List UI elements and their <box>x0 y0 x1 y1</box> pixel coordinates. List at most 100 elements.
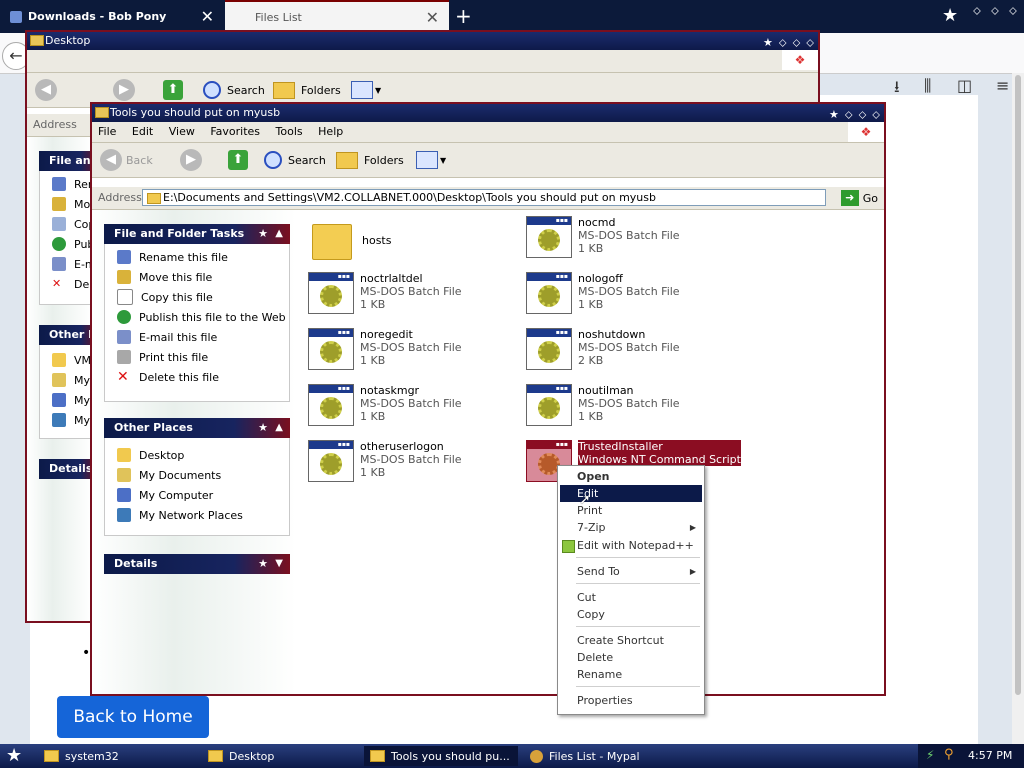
search-icon[interactable]: ⚲ <box>944 747 954 762</box>
submenu-arrow-icon: ▶ <box>689 523 696 532</box>
folders-button[interactable]: Folders <box>336 149 404 171</box>
folders-button[interactable]: Folders <box>273 79 341 101</box>
go-button[interactable]: ➜ Go <box>840 189 878 207</box>
close-icon[interactable]: ⬦ <box>872 108 880 121</box>
file-item[interactable]: ▪▪▪ nologoff MS-DOS Batch File 1 KB <box>526 272 680 314</box>
file-item[interactable]: ▪▪▪ notaskmgr MS-DOS Batch File 1 KB <box>308 384 462 426</box>
menu-cut[interactable]: Cut <box>560 589 702 606</box>
menu-tools[interactable]: Tools <box>270 122 309 141</box>
system-tray: ⚡ ⚲ 4:57 PM <box>918 744 1024 768</box>
menu-edit-notepad[interactable]: Edit with Notepad++ <box>560 537 702 554</box>
menu-rename[interactable]: Rename <box>560 666 702 683</box>
forward-button[interactable]: ▶ <box>180 149 202 171</box>
menu-copy[interactable]: Copy <box>560 606 702 623</box>
menu-help[interactable]: Help <box>312 122 349 141</box>
search-button[interactable]: Search <box>203 79 265 101</box>
views-button[interactable]: ▼ <box>351 79 381 101</box>
menu-properties[interactable]: Properties <box>560 692 702 709</box>
place-item[interactable]: My <box>52 411 90 429</box>
chevron-up-icon[interactable]: ▲ <box>275 418 283 438</box>
folder-item-hosts[interactable]: hosts <box>308 220 391 264</box>
back-button[interactable]: ◀ <box>35 79 57 101</box>
file-name: otheruserlogon <box>360 440 444 453</box>
clock[interactable]: 4:57 PM <box>968 749 1012 762</box>
menu-send-to[interactable]: Send To ▶ <box>560 563 702 580</box>
maximize-icon[interactable]: ⬦ <box>793 36 801 49</box>
new-tab-button[interactable]: + <box>455 4 472 28</box>
close-tab-icon[interactable]: ✕ <box>426 9 439 26</box>
chevron-up-icon[interactable]: ▲ <box>275 224 283 244</box>
back-to-home-button[interactable]: Back to Home <box>57 696 209 738</box>
place-desktop[interactable]: Desktop <box>117 446 184 464</box>
file-folder-tasks-header[interactable]: File and Folder Tasks ★ ▲ <box>104 224 290 244</box>
place-item[interactable]: My <box>52 391 90 409</box>
up-folder-button[interactable]: ⬆ <box>228 149 248 171</box>
menu-bar: ❖ <box>27 50 818 73</box>
taskbar-button-mypal[interactable]: Files List - Mypal <box>524 746 680 766</box>
file-item[interactable]: ▪▪▪ noutilman MS-DOS Batch File 1 KB <box>526 384 680 426</box>
menu-open[interactable]: Open <box>560 468 702 485</box>
search-button[interactable]: Search <box>264 149 326 171</box>
up-folder-button[interactable]: ⬆ <box>163 79 183 101</box>
task-pane: File and Folder Tasks ★ ▲ Rename this file… <box>92 210 296 694</box>
task-publish[interactable]: Publish this file to the Web <box>117 308 286 326</box>
menu-edit[interactable]: Edit <box>126 122 159 141</box>
minimize-icon[interactable]: ⬦ <box>845 108 853 121</box>
taskbar-button-tools[interactable]: Tools you should pu... <box>364 746 518 766</box>
scrollbar-thumb[interactable] <box>1015 75 1021 695</box>
task-rename[interactable]: Rename this file <box>117 248 228 266</box>
search-label: Search <box>227 83 265 97</box>
task-email[interactable]: E-mail this file <box>117 328 217 346</box>
close-window-icon[interactable]: ⬦ <box>1006 4 1020 18</box>
place-my-network[interactable]: My Network Places <box>117 506 243 524</box>
menu-delete[interactable]: Delete <box>560 649 702 666</box>
place-item[interactable]: My <box>52 371 90 389</box>
start-button[interactable]: ★ <box>6 745 22 767</box>
details-header[interactable]: Details ★ ▼ <box>104 554 290 574</box>
maximize-icon[interactable]: ⬦ <box>988 4 1002 18</box>
file-item[interactable]: ▪▪▪ noctrlaltdel MS-DOS Batch File 1 KB <box>308 272 462 314</box>
other-places-header[interactable]: Other Places ★ ▲ <box>104 418 290 438</box>
task-publish[interactable]: Pub <box>52 235 94 253</box>
taskbar-button-system32[interactable]: system32 <box>38 746 196 766</box>
sidebar-icon[interactable]: ◫ <box>957 76 972 95</box>
menu-create-shortcut[interactable]: Create Shortcut <box>560 632 702 649</box>
task-delete[interactable]: ✕ Delete this file <box>117 368 219 386</box>
menu-view[interactable]: View <box>163 122 201 141</box>
file-item[interactable]: ▪▪▪ noregedit MS-DOS Batch File 1 KB <box>308 328 462 370</box>
file-item[interactable]: ▪▪▪ otheruserlogon MS-DOS Batch File 1 KB <box>308 440 462 482</box>
minimize-icon[interactable]: ⬦ <box>970 4 984 18</box>
close-tab-icon[interactable]: ✕ <box>201 8 214 25</box>
taskbar: ★ system32 Desktop Tools you should pu..… <box>0 744 1024 768</box>
menu-icon[interactable]: ≡ <box>996 76 1009 95</box>
network-icon[interactable]: ⚡ <box>926 748 934 762</box>
tab-files-list[interactable]: Files List ✕ <box>225 0 449 33</box>
place-my-documents[interactable]: My Documents <box>117 466 221 484</box>
minimize-icon[interactable]: ⬦ <box>779 36 787 49</box>
star-icon: ★ <box>942 5 959 26</box>
address-field[interactable]: E:\Documents and Settings\VM2.COLLABNET.… <box>142 189 826 206</box>
back-button[interactable]: ◀ Back <box>100 149 153 171</box>
task-rename[interactable]: Ren <box>52 175 95 193</box>
documents-icon <box>117 468 131 482</box>
task-copy[interactable]: Copy this file <box>117 288 213 306</box>
menu-favorites[interactable]: Favorites <box>204 122 266 141</box>
menu-7zip[interactable]: 7-Zip ▶ <box>560 519 702 536</box>
place-my-computer[interactable]: My Computer <box>117 486 213 504</box>
file-item[interactable]: ▪▪▪ nocmd MS-DOS Batch File 1 KB <box>526 216 680 258</box>
file-size: 1 KB <box>360 466 386 479</box>
forward-button[interactable]: ▶ <box>113 79 135 101</box>
views-button[interactable]: ▼ <box>416 149 446 171</box>
taskbar-button-desktop[interactable]: Desktop <box>202 746 358 766</box>
chevron-down-icon[interactable]: ▼ <box>275 554 283 574</box>
tab-downloads[interactable]: Downloads - Bob Pony ✕ <box>0 0 224 33</box>
task-copy[interactable]: Cop <box>52 215 95 233</box>
close-icon[interactable]: ⬦ <box>806 36 814 49</box>
library-icon[interactable]: ⫼ <box>924 76 931 96</box>
task-move[interactable]: Move this file <box>117 268 212 286</box>
folder-icon <box>273 81 295 99</box>
menu-file[interactable]: File <box>92 122 122 141</box>
file-item[interactable]: ▪▪▪ noshutdown MS-DOS Batch File 2 KB <box>526 328 680 370</box>
task-print[interactable]: Print this file <box>117 348 208 366</box>
maximize-icon[interactable]: ⬦ <box>859 108 867 121</box>
